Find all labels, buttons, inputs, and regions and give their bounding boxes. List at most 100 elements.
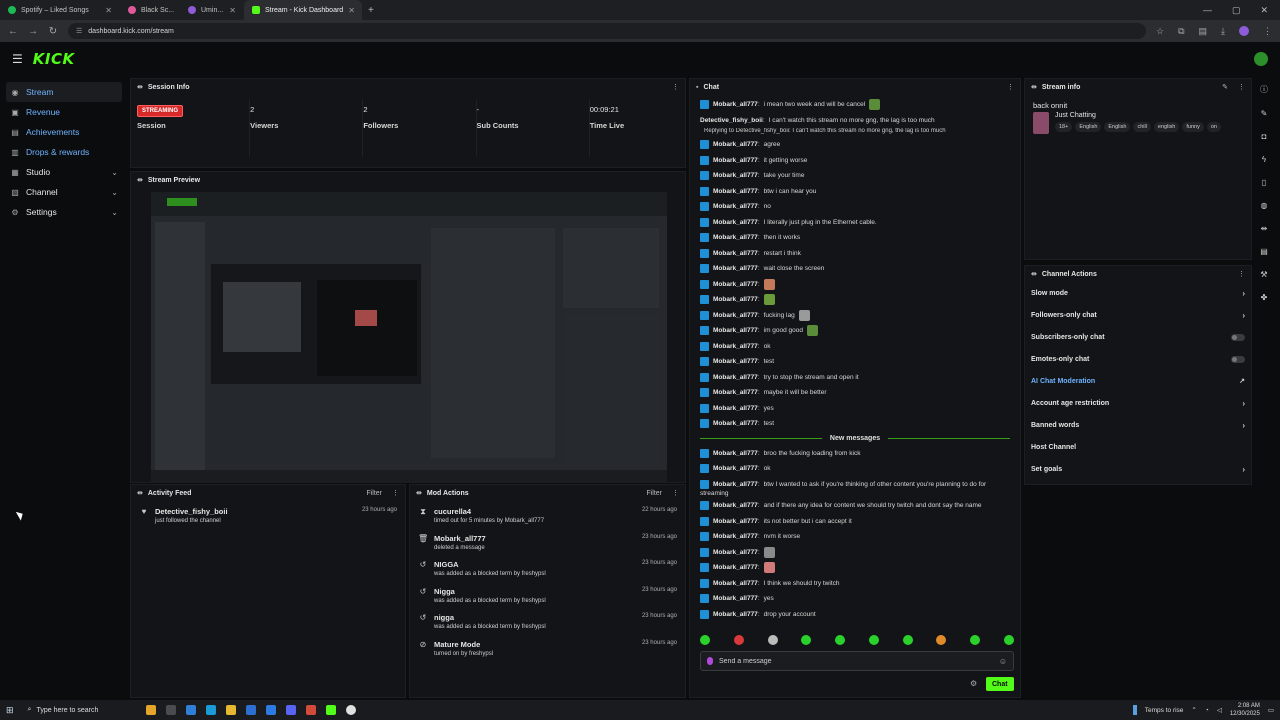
discord-icon[interactable] [285,705,296,715]
chat-username[interactable]: Mobark_all777 [713,595,758,602]
channel-action-set-goals[interactable]: Set goals › [1025,458,1251,480]
chat-username[interactable]: Mobark_all777 [713,374,758,381]
puzzle-icon[interactable]: ✤ [1261,293,1268,302]
channel-action-emotes-only-chat[interactable]: Emotes-only chat [1025,348,1251,370]
stream-tag[interactable]: funny [1182,122,1204,132]
taskbar-search[interactable]: ⌕ Type here to search [24,702,136,718]
windows-start-icon[interactable]: ⊞ [6,705,14,716]
volume-icon[interactable]: ◁ [1217,706,1222,714]
chat-username[interactable]: Mobark_all777 [713,549,758,556]
sidebar-item-channel[interactable]: ▧ Channel ⌄ [6,182,122,202]
emote-icon[interactable] [835,635,846,645]
stream-tag[interactable]: 18+ [1055,122,1073,132]
system-clock[interactable]: 2:08 AM 12/30/2025 [1230,702,1260,718]
chat-username[interactable]: Mobark_all777 [713,533,758,540]
mod-target[interactable]: NIGGA [434,560,636,569]
emote-icon[interactable] [970,635,981,645]
close-icon[interactable]: ✕ [229,6,236,15]
edge-icon[interactable] [185,705,196,715]
chat-username[interactable]: Mobark_all777 [713,405,758,412]
sidebar-item-revenue[interactable]: ▣ Revenue [6,102,122,122]
back-icon[interactable]: ← [8,26,18,37]
chat-username[interactable]: Mobark_all777 [713,358,758,365]
explorer-icon[interactable] [225,705,236,715]
chat-bubble-icon[interactable]: ◍ [1261,201,1268,210]
store-icon[interactable] [245,705,256,715]
mod-target[interactable]: Mature Mode [434,640,636,649]
gear-icon[interactable]: ⚙ [970,679,977,688]
mail-icon[interactable] [265,705,276,715]
reload-icon[interactable]: ↻ [48,26,58,37]
document-icon[interactable]: ▯ [1262,178,1266,187]
site-info-icon[interactable]: ☰ [76,27,82,35]
chat-username[interactable]: Mobark_all777 [713,611,758,618]
lightning-icon[interactable]: ϟ [1262,155,1266,164]
mod-target[interactable]: cucurella4 [434,507,636,516]
stream-preview-video[interactable] [151,192,667,482]
chat-username[interactable]: Mobark_all777 [713,296,758,303]
more-icon[interactable]: ⋮ [1238,270,1245,278]
wrench-icon[interactable]: ⚒ [1260,270,1267,279]
channel-action-banned-words[interactable]: Banned words › [1025,414,1251,436]
stream-tag[interactable]: on [1206,122,1221,132]
filter-button[interactable]: Filter [366,490,382,497]
emote-icon[interactable] [767,635,778,645]
chat-username[interactable]: Mobark_all777 [713,141,758,148]
chat-username[interactable]: Mobark_all777 [713,188,758,195]
emote-icon[interactable] [801,635,812,645]
emote-icon[interactable] [700,635,710,645]
chat-username[interactable]: Mobark_all777 [713,265,758,272]
more-icon[interactable]: ⋮ [672,83,679,91]
chat-username[interactable]: Mobark_all777 [713,389,758,396]
sidebar-item-stream[interactable]: ◉ Stream [6,82,122,102]
weather-text[interactable]: Temps to rise [1145,707,1184,714]
chat-username[interactable]: Mobark_all777 [713,157,758,164]
bookmark-icon[interactable]: ☆ [1156,26,1164,37]
more-icon[interactable]: ⋮ [1007,83,1014,91]
chat-username[interactable]: Mobark_all777 [713,450,758,457]
toggle-switch[interactable] [1231,333,1245,341]
chat-username[interactable]: Mobark_all777 [713,172,758,179]
chat-username[interactable]: Mobark_all777 [713,327,758,334]
close-window-icon[interactable]: ✕ [1260,5,1268,16]
chat-username[interactable]: Mobark_all777 [713,502,758,509]
info-icon[interactable]: ⓘ [1260,84,1268,95]
more-icon[interactable]: ⋮ [672,489,679,497]
network-icon[interactable]: ◔ [1205,707,1209,714]
stream-tag[interactable]: English [1075,122,1102,132]
chat-send-button[interactable]: Chat [986,677,1014,691]
layout-icon[interactable]: ▤ [1260,247,1268,256]
emoji-icon[interactable]: ☺ [999,657,1007,666]
browser-tab-active[interactable]: Stream - Kick Dashboard ✕ [244,0,362,20]
chat-username[interactable]: Mobark_all777 [713,465,758,472]
chat-username[interactable]: Mobark_all777 [713,420,758,427]
stream-tag[interactable]: chill [1133,122,1151,132]
channel-action-followers-only-chat[interactable]: Followers-only chat › [1025,304,1251,326]
edge-alt-icon[interactable] [205,705,216,715]
browser-tab[interactable]: Umin... ✕ [180,0,244,20]
channel-action-ai-chat-moderation[interactable]: AI Chat Moderation ↗ [1025,370,1251,392]
chat-username[interactable]: Mobark_all777 [713,564,758,571]
emote-icon[interactable] [902,635,913,645]
close-icon[interactable]: ✕ [348,6,355,15]
channel-action-subscribers-only-chat[interactable]: Subscribers-only chat [1025,326,1251,348]
chat-username[interactable]: Mobark_all777 [713,203,758,210]
stream-tag[interactable]: english [1153,122,1180,132]
sidebar-item-studio[interactable]: ▦ Studio ⌄ [6,162,122,182]
chat-username[interactable]: Mobark_all777 [713,580,758,587]
sidebar-item-achievements[interactable]: ▤ Achievements [6,122,122,142]
chat-username[interactable]: Mobark_all777 [713,234,758,241]
emote-icon[interactable] [733,635,744,645]
chat-username[interactable]: Mobark_all777 [713,312,758,319]
chat-username[interactable]: Mobark_all777 [713,343,758,350]
chat-username[interactable]: Mobark_all777 [713,101,758,108]
menu-icon[interactable]: ⋮ [1263,26,1272,37]
close-icon[interactable]: ✕ [105,6,112,15]
chat-username[interactable]: Mobark_all777 [713,281,758,288]
split-icon[interactable]: ⇹ [1261,224,1268,233]
chat-username[interactable]: Mobark_all777 [713,250,758,257]
chat-username[interactable]: Detective_fishy_boii [700,117,763,124]
taskview-icon[interactable] [165,705,176,715]
forward-icon[interactable]: → [28,26,38,37]
emote-icon[interactable] [868,635,879,645]
